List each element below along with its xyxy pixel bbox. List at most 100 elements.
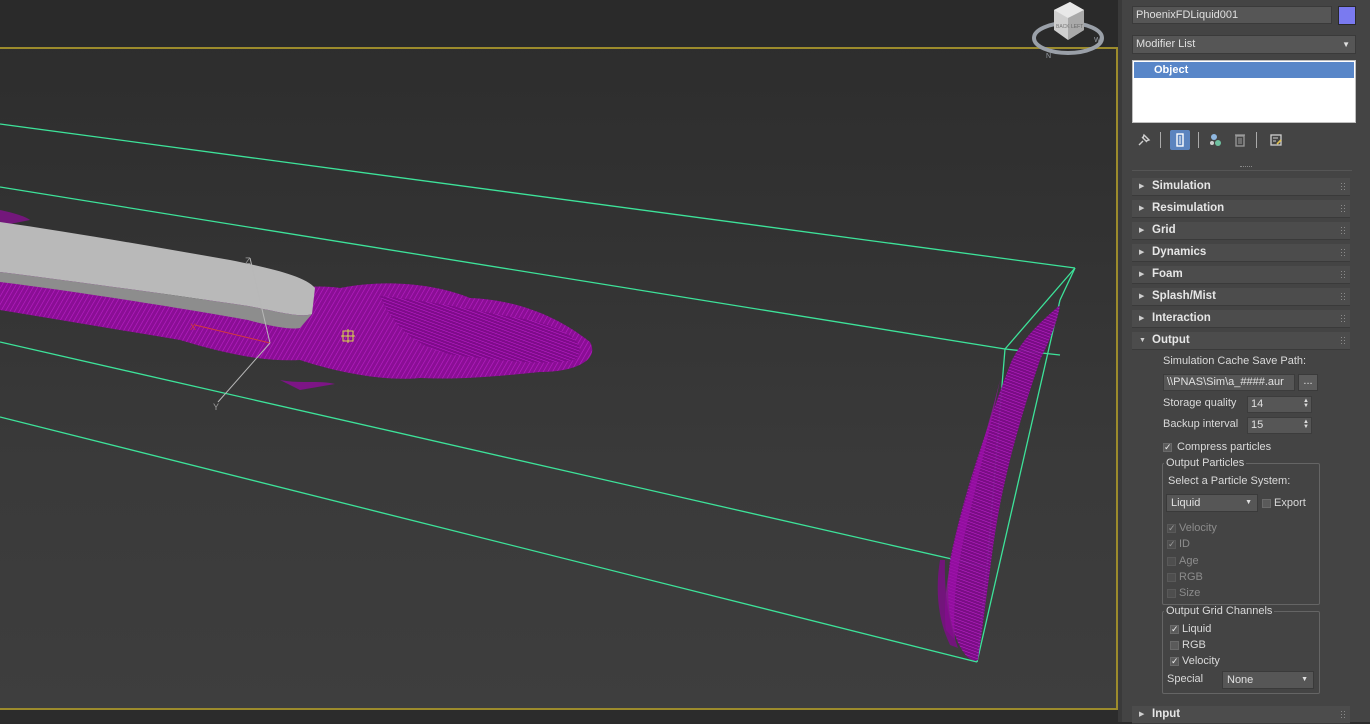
rgb-grid-channel-checkbox[interactable]: [1170, 641, 1179, 650]
triangle-right-icon: ▶: [1139, 271, 1145, 278]
drag-handle-icon[interactable]: [1340, 292, 1346, 301]
storage-quality-value: 14: [1251, 398, 1264, 410]
triangle-right-icon: ▶: [1139, 293, 1145, 300]
velocity-grid-channel-checkbox[interactable]: ✓: [1170, 657, 1179, 666]
age-channel-checkbox[interactable]: [1167, 557, 1176, 566]
drag-handle-icon[interactable]: [1340, 226, 1346, 235]
drag-handle-icon[interactable]: [1340, 270, 1346, 279]
active-viewport-border-top: [0, 47, 1118, 49]
rollout-output[interactable]: ▼ Output: [1132, 332, 1350, 350]
remove-modifier-icon[interactable]: [1230, 130, 1250, 150]
chevron-down-icon: ▼: [1301, 676, 1308, 683]
export-label: Export: [1274, 497, 1306, 509]
viewcube-face-left: LEFT: [1071, 24, 1083, 30]
rollout-dynamics-label: Dynamics: [1152, 246, 1207, 258]
special-channel-dropdown[interactable]: None ▼: [1222, 671, 1314, 689]
rollout-resimulation[interactable]: ▶ Resimulation: [1132, 200, 1350, 218]
rollout-input-label: Input: [1152, 708, 1181, 720]
triangle-right-icon: ▶: [1139, 227, 1145, 234]
chevron-down-icon: ▼: [1245, 499, 1252, 506]
rollout-dynamics[interactable]: ▶ Dynamics: [1132, 244, 1350, 262]
triangle-right-icon: ▶: [1139, 711, 1145, 718]
configure-modifier-sets-icon[interactable]: [1266, 130, 1286, 150]
object-name-field[interactable]: PhoenixFDLiquid001: [1132, 6, 1332, 24]
select-particle-system-label: Select a Particle System:: [1168, 475, 1291, 487]
storage-quality-spinner[interactable]: 14 ▲ ▼: [1247, 396, 1312, 413]
browse-cache-path-button[interactable]: ...: [1298, 374, 1318, 391]
pin-stack-icon[interactable]: [1134, 130, 1154, 150]
viewport-bottom-bar: [0, 710, 1118, 722]
drag-handle-icon[interactable]: [1340, 248, 1346, 257]
triangle-right-icon: ▶: [1139, 249, 1145, 256]
rgb-channel-checkbox[interactable]: [1167, 573, 1176, 582]
rollout-interaction-label: Interaction: [1152, 312, 1211, 324]
output-particles-title: Output Particles: [1164, 457, 1247, 469]
backup-interval-label: Backup interval: [1163, 418, 1239, 430]
viewport-scene: Z X Y: [0, 123, 1076, 663]
backup-interval-value: 15: [1251, 419, 1264, 431]
object-color-swatch[interactable]: [1338, 6, 1356, 25]
drag-handle-icon[interactable]: [1340, 336, 1346, 345]
rgb-grid-channel-label: RGB: [1182, 639, 1206, 651]
cache-path-field[interactable]: \\PNAS\Sim\a_####.aur: [1163, 374, 1295, 391]
rollout-simulation-label: Simulation: [1152, 180, 1211, 192]
particle-system-dropdown[interactable]: Liquid ▼: [1166, 494, 1258, 512]
drag-handle-icon[interactable]: [1340, 182, 1346, 191]
special-channel-value: None: [1227, 674, 1254, 686]
modifier-list-label: Modifier List: [1136, 38, 1196, 50]
triangle-right-icon: ▶: [1139, 315, 1145, 322]
particle-system-value: Liquid: [1171, 497, 1201, 509]
compress-particles-checkbox[interactable]: ✓: [1163, 443, 1172, 452]
viewcube[interactable]: BACK LEFT N W: [1028, 0, 1110, 62]
rollout-input[interactable]: ▶ Input: [1132, 706, 1350, 724]
cache-path-label: Simulation Cache Save Path:: [1163, 355, 1307, 367]
velocity-grid-channel-label: Velocity: [1182, 655, 1220, 667]
compress-particles-label: Compress particles: [1177, 441, 1272, 453]
age-channel-label: Age: [1179, 555, 1199, 567]
liquid-particles-wall: [937, 305, 1060, 661]
modifier-list-dropdown[interactable]: Modifier List ▼: [1132, 35, 1356, 54]
rollout-foam[interactable]: ▶ Foam: [1132, 266, 1350, 284]
export-checkbox[interactable]: [1262, 499, 1271, 508]
rollout-grid-label: Grid: [1152, 224, 1176, 236]
modifier-stack[interactable]: Object: [1132, 60, 1356, 123]
rollout-interaction[interactable]: ▶ Interaction: [1132, 310, 1350, 328]
size-channel-checkbox[interactable]: [1167, 589, 1176, 598]
liquid-grid-channel-checkbox[interactable]: ✓: [1170, 625, 1179, 634]
show-end-result-icon[interactable]: [1170, 130, 1190, 150]
triangle-right-icon: ▶: [1139, 205, 1145, 212]
modifier-stack-item-object[interactable]: Object: [1134, 62, 1354, 78]
phoenix-simulator-icon[interactable]: [341, 329, 355, 343]
drag-handle-icon[interactable]: [1340, 314, 1346, 323]
panel-divider: [1132, 170, 1352, 171]
id-channel-label: ID: [1179, 538, 1190, 550]
compass-w-label: W: [1094, 37, 1101, 44]
velocity-channel-checkbox[interactable]: ✓: [1167, 524, 1176, 533]
drag-handle-icon[interactable]: [1340, 204, 1346, 213]
rollout-grid[interactable]: ▶ Grid: [1132, 222, 1350, 240]
chevron-down-icon: ▼: [1342, 40, 1350, 49]
compass-n-label: N: [1046, 53, 1051, 60]
make-unique-icon[interactable]: [1206, 130, 1226, 150]
rollout-splash-mist[interactable]: ▶ Splash/Mist: [1132, 288, 1350, 306]
simulator-grid-box[interactable]: [0, 123, 1076, 663]
gizmo-z-label: Z: [245, 256, 251, 266]
special-label: Special: [1167, 673, 1204, 685]
perspective-viewport[interactable]: Z X Y BACK LEFT N W: [0, 0, 1118, 722]
rollout-splash-mist-label: Splash/Mist: [1152, 290, 1216, 302]
command-panel: PhoenixFDLiquid001 Modifier List ▼ Objec…: [1118, 0, 1370, 724]
rollout-foam-label: Foam: [1152, 268, 1183, 280]
viewcube-face-back: BACK: [1056, 24, 1070, 30]
spinner-arrows-icon[interactable]: ▲ ▼: [1303, 419, 1309, 430]
spinner-arrows-icon[interactable]: ▲ ▼: [1303, 398, 1309, 409]
drag-handle-icon[interactable]: [1340, 710, 1346, 719]
liquid-grid-channel-label: Liquid: [1182, 623, 1212, 635]
backup-interval-spinner[interactable]: 15 ▲ ▼: [1247, 417, 1312, 434]
rollout-output-label: Output: [1152, 334, 1190, 346]
id-channel-checkbox[interactable]: ✓: [1167, 540, 1176, 549]
rgb-channel-label: RGB: [1179, 571, 1203, 583]
rollout-simulation[interactable]: ▶ Simulation: [1132, 178, 1350, 196]
triangle-down-icon: ▼: [1139, 337, 1146, 344]
modifier-stack-toolbar: [1132, 129, 1356, 151]
velocity-channel-label: Velocity: [1179, 522, 1217, 534]
